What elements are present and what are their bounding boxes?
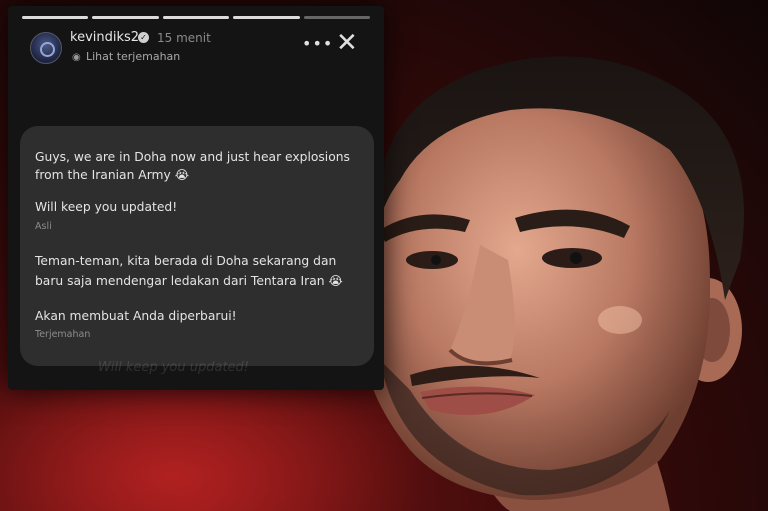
message-line: Guys, we are in Doha now and just hear e… — [35, 150, 350, 164]
translation-label: Terjemahan — [35, 329, 91, 340]
post-time: 15 menit — [157, 31, 211, 45]
original-label: Asli — [35, 221, 52, 232]
message-line: Teman-teman, kita berada di Doha sekaran… — [35, 254, 337, 268]
instagram-story-panel: kevindiks2 ✓ 15 menit ◉ Lihat terjemahan… — [8, 6, 384, 390]
ghost-text: Will keep you updated! — [98, 360, 250, 375]
player-portrait — [360, 56, 744, 511]
globe-icon: ◉ — [72, 52, 81, 63]
message-line: Akan membuat Anda diperbarui! — [35, 309, 237, 323]
avatar[interactable] — [30, 32, 62, 64]
message-card: Guys, we are in Doha now and just hear e… — [20, 126, 374, 366]
username[interactable]: kevindiks2 — [70, 30, 139, 45]
message-line: baru saja mendengar ledakan dari Tentara… — [35, 274, 343, 288]
message-line: from the Iranian Army 😭 — [35, 168, 190, 182]
see-translation-link[interactable]: Lihat terjemahan — [86, 50, 180, 63]
message-line: Will keep you updated! — [35, 200, 178, 214]
story-progress-bar — [22, 16, 371, 19]
more-options-icon[interactable]: ••• — [302, 34, 333, 53]
close-icon[interactable]: ✕ — [336, 30, 358, 56]
verified-icon: ✓ — [138, 32, 149, 43]
